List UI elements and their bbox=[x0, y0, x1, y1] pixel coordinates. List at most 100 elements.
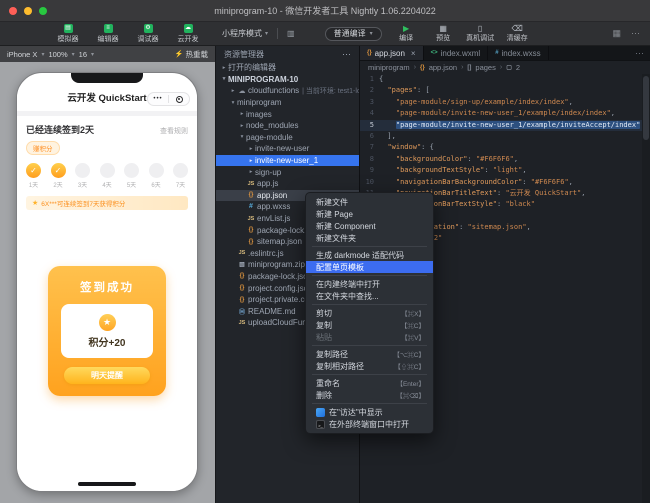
code-token: : [ bbox=[417, 86, 430, 94]
zoom-select[interactable]: 100% bbox=[48, 50, 67, 59]
code-token: "云开发 QuickStart" bbox=[505, 189, 581, 197]
minimize-window-button[interactable] bbox=[24, 7, 32, 15]
code-token: "backgroundColor" bbox=[396, 155, 468, 163]
window-controls bbox=[9, 7, 47, 15]
tree-item-sign-up[interactable]: ▸sign-up bbox=[216, 166, 359, 178]
menu-item-delete[interactable]: 删除【⌘⌫】 bbox=[306, 389, 433, 401]
menu-item-label: 复制路径 bbox=[316, 349, 348, 360]
line-number: 4 bbox=[360, 108, 379, 119]
md-file-icon: Ⓜ bbox=[237, 307, 247, 316]
line-text: "pages": [ bbox=[379, 85, 430, 96]
toolbar-button-label: 清缓存 bbox=[507, 33, 528, 43]
code-token: , bbox=[514, 155, 518, 163]
mode-select[interactable]: 小程序模式 ▾ bbox=[222, 28, 268, 39]
tree-item-node_modules[interactable]: ▸node_modules bbox=[216, 120, 359, 132]
menu-item-label: 在"访达"中显示 bbox=[329, 407, 383, 418]
toolbar-simulator-button[interactable]: ▤模拟器 bbox=[48, 22, 88, 46]
explorer-more-icon[interactable]: ⋯ bbox=[342, 49, 351, 60]
toolbar-debugger-button[interactable]: ⚙调试器 bbox=[128, 22, 168, 46]
toolbar-cloud-dev-button[interactable]: ☁云开发 bbox=[168, 22, 208, 46]
close-tab-icon[interactable]: × bbox=[411, 49, 416, 58]
scrollbar-thumb[interactable] bbox=[643, 76, 649, 140]
tab-index-wxml[interactable]: <>index.wxml bbox=[424, 46, 489, 60]
view-rules-link[interactable]: 查看规则 bbox=[160, 126, 188, 136]
brackets-icon: [] bbox=[467, 65, 471, 71]
code-line: 4 "page-module/invite-new-user_1/example… bbox=[360, 108, 642, 119]
menu-dots-icon[interactable]: ••• bbox=[148, 96, 168, 102]
menu-item-gen-darkmode[interactable]: 生成 darkmode 适配代码 bbox=[306, 249, 433, 261]
minimize-miniapp-icon[interactable] bbox=[169, 96, 189, 103]
menu-separator bbox=[312, 275, 427, 276]
toolbar-compile-button[interactable]: ▶编译 bbox=[388, 22, 425, 46]
menu-item-copy[interactable]: 复制【⌘C】 bbox=[306, 319, 433, 331]
close-window-button[interactable] bbox=[9, 7, 17, 15]
menu-item-open-external-terminal[interactable]: >_在外部终端窗口中打开 bbox=[306, 418, 433, 430]
phone-notch bbox=[71, 73, 143, 83]
chevron-icon: ▸ bbox=[220, 65, 228, 71]
menu-item-new-file[interactable]: 新建文件 bbox=[306, 196, 433, 208]
breadcrumb-separator-icon: › bbox=[461, 64, 463, 71]
menu-item-new-component[interactable]: 新建 Component bbox=[306, 220, 433, 232]
menu-item-new-page[interactable]: 新建 Page bbox=[306, 208, 433, 220]
tree-item-label: 打开的编辑器 bbox=[228, 62, 276, 73]
breadcrumb-item[interactable]: miniprogram bbox=[368, 63, 410, 72]
line-text: "page-module/sign-up/example/index/index… bbox=[379, 97, 573, 108]
earn-points-badge: 赚积分 bbox=[26, 141, 60, 155]
layout-icon[interactable]: ▦ bbox=[612, 28, 621, 39]
chevron-icon: ▾ bbox=[229, 100, 237, 106]
day-label: 3天 bbox=[78, 180, 87, 189]
menu-item-find-in-folder[interactable]: 在文件夹中查找... bbox=[306, 290, 433, 302]
line-number: 9 bbox=[360, 165, 379, 176]
os-select[interactable]: 16 bbox=[79, 50, 87, 59]
toolbar-clear-cache-button[interactable]: ⌫清缓存 bbox=[499, 22, 536, 46]
line-number: 6 bbox=[360, 131, 379, 142]
menu-item-config-single-page-template[interactable]: 配置单页模板 bbox=[306, 261, 433, 273]
menu-item-new-folder[interactable]: 新建文件夹 bbox=[306, 232, 433, 244]
tab-index-wxss[interactable]: #index.wxss bbox=[488, 46, 548, 60]
tabbar-more-icon[interactable]: ⋯ bbox=[629, 46, 650, 60]
menu-separator bbox=[312, 374, 427, 375]
code-token: : bbox=[468, 155, 476, 163]
menu-item-reveal-in-finder[interactable]: 在"访达"中显示 bbox=[306, 406, 433, 418]
toolbar-preview-button[interactable]: ▦预览 bbox=[425, 22, 462, 46]
breadcrumb-item[interactable]: pages bbox=[475, 63, 495, 72]
wxss-file-icon: # bbox=[495, 50, 498, 56]
tree-item-page-module[interactable]: ▾page-module bbox=[216, 132, 359, 144]
editor-scrollbar[interactable] bbox=[642, 74, 650, 503]
menu-item-rename[interactable]: 重命名【Enter】 bbox=[306, 377, 433, 389]
tab-app-json[interactable]: {}app.json× bbox=[360, 46, 424, 60]
home-indicator bbox=[78, 482, 136, 486]
toolbar-button-label: 调试器 bbox=[138, 34, 159, 44]
menu-item-label: 剪切 bbox=[316, 308, 332, 319]
tree-item-miniprogram[interactable]: ▾miniprogram bbox=[216, 97, 359, 109]
menu-item-paste[interactable]: 粘贴【⌘V】 bbox=[306, 331, 433, 343]
tree-item-project-root[interactable]: ▾MINIPROGRAM-10 bbox=[216, 74, 359, 86]
toolbar-device-debug-button[interactable]: ▯真机调试 bbox=[462, 22, 499, 46]
tree-item-label: invite-new-user_1 bbox=[255, 156, 318, 165]
tree-item-open-editors[interactable]: ▸打开的编辑器 bbox=[216, 62, 359, 74]
hot-reload-toggle[interactable]: 热重载 bbox=[186, 49, 209, 60]
zoom-window-button[interactable] bbox=[39, 7, 47, 15]
caret-down-icon: ▾ bbox=[265, 30, 268, 37]
menu-item-cut[interactable]: 剪切【⌘X】 bbox=[306, 307, 433, 319]
toolbar-editor-button[interactable]: ≡编辑器 bbox=[88, 22, 128, 46]
toolbar-button-label: 真机调试 bbox=[466, 33, 494, 43]
tree-item-invite-new-user[interactable]: ▸invite-new-user bbox=[216, 143, 359, 155]
breadcrumb-item[interactable]: app.json bbox=[429, 63, 457, 72]
breadcrumb-item[interactable]: 2 bbox=[516, 63, 520, 72]
tree-item-images[interactable]: ▸images bbox=[216, 108, 359, 120]
tree-item-cloudfunctions[interactable]: ▸☁cloudfunctions| 当前环境: test1-lowcode bbox=[216, 85, 359, 97]
menu-separator bbox=[312, 403, 427, 404]
more-icon[interactable]: ⋯ bbox=[631, 28, 640, 39]
device-select[interactable]: iPhone X bbox=[7, 50, 37, 59]
remind-tomorrow-button[interactable]: 明天提醒 bbox=[64, 367, 150, 384]
code-token: "backgroundTextStyle" bbox=[396, 166, 485, 174]
menu-item-copy-path[interactable]: 复制路径【⌥⌘C】 bbox=[306, 348, 433, 360]
code-line: 10 "navigationBarBackgroundColor": "#F6F… bbox=[360, 177, 642, 188]
menu-separator bbox=[312, 304, 427, 305]
menu-item-copy-relative-path[interactable]: 复制相对路径【⇧⌘C】 bbox=[306, 360, 433, 372]
menu-item-open-in-builtin-terminal[interactable]: 在内建终端中打开 bbox=[306, 278, 433, 290]
tree-item-app-js[interactable]: JSapp.js bbox=[216, 178, 359, 190]
compile-mode-select[interactable]: 普通编译 ▾ bbox=[325, 27, 382, 41]
tree-item-invite-new-user_1[interactable]: ▸invite-new-user_1 bbox=[216, 155, 359, 167]
